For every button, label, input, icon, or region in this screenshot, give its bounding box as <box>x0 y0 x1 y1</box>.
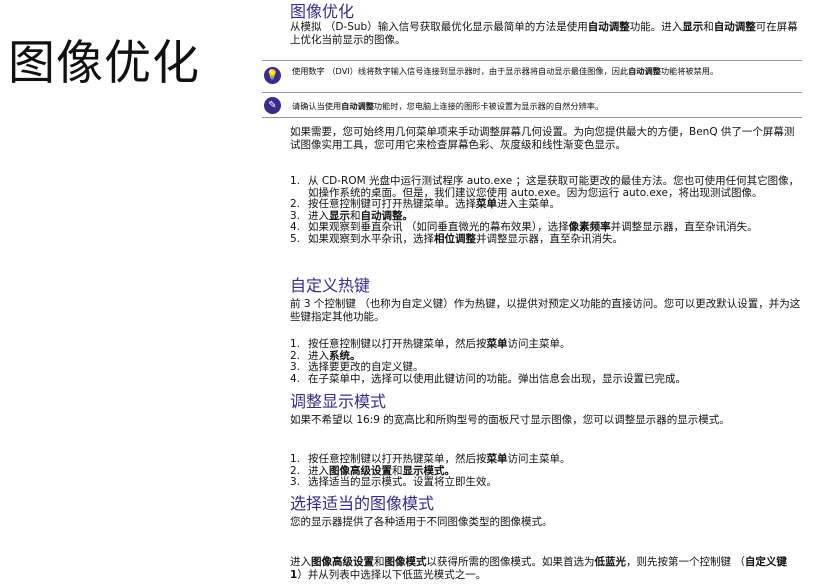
picture-mode-paragraph: 您的显示器提供了各种适用于不同图像类型的图像模式。 <box>290 516 553 528</box>
bold-term: 自动调整 <box>341 101 374 111</box>
bold-term: 菜单 <box>486 338 508 350</box>
text-run: 和 <box>374 556 385 568</box>
list-number: 3. <box>290 476 301 488</box>
text-run: 以获得所需的图像模式。如果首选为 <box>426 556 595 568</box>
bold-term: 自动调整 <box>628 66 661 76</box>
text-run: ）并从列表中选择以下低蓝光模式之一。 <box>297 568 487 581</box>
bold-term: 自动调整 <box>587 21 630 33</box>
bold-term: 菜单 <box>476 198 497 210</box>
pencil-icon: ✎ <box>264 97 281 114</box>
note-1-text: 使用数字 （DVI）线将数字输入信号连接到显示器时，由于显示器将自动显示最佳图像… <box>292 66 797 77</box>
list-item: 5. 如果观察到水平杂讯，选择相位调整并调整显示器，直至杂讯消失。 <box>290 232 802 246</box>
text-run: 功能。进入 <box>629 21 683 33</box>
bold-term: 低蓝光 <box>594 556 627 568</box>
text-run: 和 <box>703 21 714 33</box>
text-run: 功能时，您电脑上连接的图形卡被设置为显示器的自然分辨率。 <box>373 101 604 111</box>
bold-term: 显示 <box>682 21 704 33</box>
text-run: 选择适当的显示模式。设置将立即生效。 <box>308 476 497 488</box>
list-number: 5. <box>290 232 301 245</box>
bold-term: 自动调整。 <box>360 209 414 222</box>
side-title: 图像优化 <box>8 36 200 91</box>
note-1: 💡 使用数字 （DVI）线将数字输入信号连接到显示器时，由于显示器将自动显示最佳… <box>262 60 802 85</box>
steps-list-hotkey: 1. 按任意控制键以打开热键菜单，然后按菜单访问主菜单。 2. 进入系统。 3. 选择要更… <box>290 338 802 386</box>
text-run: 按任意控制键可打开热键菜单。选择 <box>308 198 476 210</box>
note-2: ✎ 请确认当使用自动调整功能时，您电脑上连接的图形卡被设置为显示器的自然分辨率。 <box>262 92 802 115</box>
list-item: 3. 选择适当的显示模式。设置将立即生效。 <box>290 476 802 489</box>
text-run: 和 <box>350 209 361 222</box>
list-number: 1. <box>290 338 301 350</box>
section-heading-image-optimize: 图像优化 <box>290 2 355 21</box>
text-run: 按任意控制键以打开热键菜单，然后按 <box>308 453 487 465</box>
bold-term: 相位调整 <box>434 232 476 245</box>
note-2-text: 请确认当使用自动调整功能时，您电脑上连接的图形卡被设置为显示器的自然分辨率。 <box>292 101 797 112</box>
bold-term: 图像高级设置 <box>311 556 374 568</box>
list-number: 2. <box>290 198 301 210</box>
divider <box>262 117 802 119</box>
list-number: 4. <box>290 221 301 233</box>
text-run: 进入 <box>290 556 311 568</box>
text-run: 从模拟 （D-Sub）输入信号获取最优化显示最简单的方法是使用 <box>290 21 588 33</box>
text-run: 进入主菜单。 <box>497 198 560 210</box>
list-number: 1. <box>290 453 301 465</box>
bold-term: 显示模式。 <box>402 464 456 477</box>
intro-paragraph: 从模拟 （D-Sub）输入信号获取最优化显示最简单的方法是使用自动调整功能。进入… <box>290 21 802 46</box>
text-run: 请确认当使用 <box>292 101 342 111</box>
text-run: 进入 <box>308 209 329 222</box>
list-item: 4. 在子菜单中，选择可以使用此键访问的功能。弹出信息会出现，显示设置已完成。 <box>290 372 802 386</box>
text-run: 进入 <box>308 464 329 477</box>
list-number: 1. <box>290 175 301 187</box>
hotkey-paragraph: 前 3 个控制键 （也称为自定义键）作为热键，以提供对预定义功能的直接访问。您可… <box>290 298 801 323</box>
list-number: 4. <box>290 372 301 385</box>
bold-term: 系统。 <box>329 349 361 362</box>
text-run: 访问主菜单。 <box>507 338 571 350</box>
section-heading-hotkey: 自定义热键 <box>290 276 371 295</box>
bold-term: 图像高级设置 <box>329 464 392 477</box>
bold-term: 显示 <box>329 209 350 222</box>
list-item: 1. 从 CD-ROM 光盘中运行测试程序 auto.exe ；这是获取可能更改的… <box>290 175 802 199</box>
text-run: 从 CD-ROM 光盘中运行测试程序 auto.exe ；这是获取可能更改的最佳… <box>308 175 800 199</box>
bold-term: 菜单 <box>486 453 508 465</box>
manual-paragraph: 如果需要，您可始终用几何菜单项来手动调整屏幕几何设置。为向您提供最大的方便，Be… <box>290 126 795 151</box>
text-run: ，则先按第一个控制键 （ <box>626 556 745 568</box>
list-item: 1. 按任意控制键以打开热键菜单，然后按菜单访问主菜单。 <box>290 338 802 351</box>
bold-term: 自动调整 <box>713 21 756 33</box>
text-run: 功能将被禁用。 <box>660 66 719 76</box>
list-number: 3. <box>290 361 301 373</box>
text-run: 如果观察到水平杂讯，选择 <box>308 232 434 245</box>
display-mode-paragraph: 如果不希望以 16:9 的宽高比和所购型号的面板尺寸显示图像，您可以调整显示器的… <box>290 414 730 426</box>
section-heading-display-mode: 调整显示模式 <box>290 392 387 411</box>
steps-list-1: 1. 从 CD-ROM 光盘中运行测试程序 auto.exe ；这是获取可能更改的… <box>290 175 802 246</box>
lightbulb-icon: 💡 <box>264 67 281 84</box>
text-run: 并调整显示器，直至杂讯消失。 <box>610 221 758 233</box>
bold-term: 像素频率 <box>568 221 611 233</box>
text-run: 如果观察到垂直杂讯 （如同垂直微光的幕布效果），选择 <box>308 221 569 233</box>
section-heading-picture-mode: 选择适当的图像模式 <box>290 494 435 513</box>
text-run: 和 <box>392 464 403 477</box>
text-run: 访问主菜单。 <box>507 453 571 465</box>
steps-list-display-mode: 1. 按任意控制键以打开热键菜单，然后按菜单访问主菜单。 2. 进入图像高级设置和显示… <box>290 453 802 489</box>
text-run: 进入 <box>308 349 329 362</box>
text-run: 使用数字 （DVI）线将数字输入信号连接到显示器时，由于显示器将自动显示最佳图像… <box>292 66 629 76</box>
bold-term: 图像模式 <box>384 556 427 568</box>
picture-mode-paragraph-2: 进入图像高级设置和图像模式以获得所需的图像模式。如果首选为低蓝光，则先按第一个控… <box>290 556 802 581</box>
text-run: 在子菜单中，选择可以使用此键访问的功能。弹出信息会出现，显示设置已完成。 <box>308 372 686 385</box>
text-run: 按任意控制键以打开热键菜单，然后按 <box>308 338 487 350</box>
text-run: 选择要更改的自定义键。 <box>308 361 424 373</box>
text-run: 并调整显示器，直至杂讯消失。 <box>476 232 623 245</box>
